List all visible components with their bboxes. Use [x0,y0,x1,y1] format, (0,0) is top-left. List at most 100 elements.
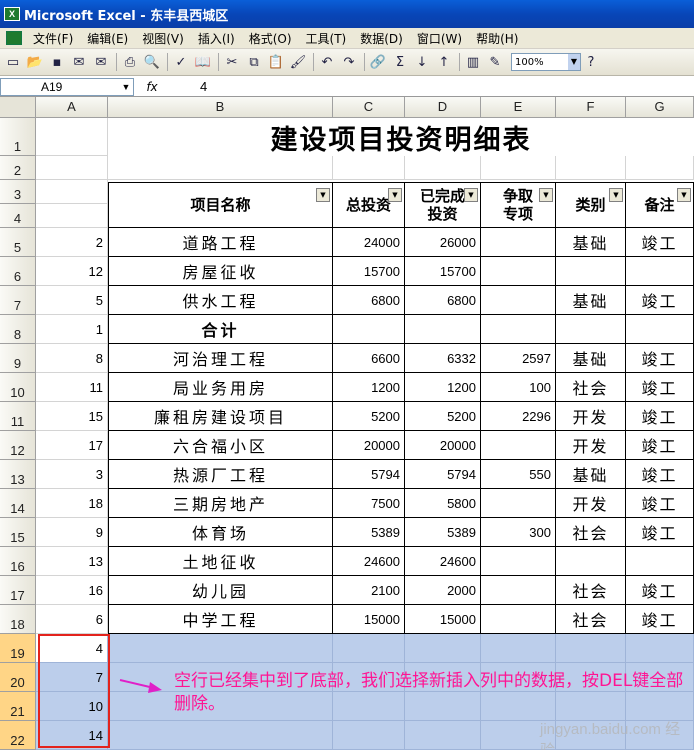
cell-note[interactable]: 竣工 [626,460,694,489]
undo-icon[interactable]: ↶ [317,52,337,72]
cell-total-investment[interactable] [333,315,405,344]
selected-cell[interactable] [481,634,556,663]
selected-cell[interactable] [333,721,405,750]
cell-note[interactable]: 竣工 [626,431,694,460]
menu-format[interactable]: 格式(O) [242,30,299,47]
selected-cell[interactable] [405,634,481,663]
cell-completed-investment[interactable]: 5800 [405,489,481,518]
cell-note[interactable]: 竣工 [626,373,694,402]
cell-category[interactable] [556,315,626,344]
cell-completed-investment[interactable]: 2000 [405,576,481,605]
grid-cell[interactable] [556,156,626,180]
row-header-11[interactable]: 11 [0,402,36,431]
cell-category[interactable]: 开发 [556,489,626,518]
grid-cell[interactable] [36,204,108,228]
row-header-12[interactable]: 12 [0,431,36,460]
cell-note[interactable]: 竣工 [626,402,694,431]
cell-project-name[interactable]: 六合福小区 [108,431,333,460]
zoom-select[interactable]: 100% ▼ [511,53,581,71]
help-icon[interactable]: ? [581,52,601,72]
cell-category[interactable]: 基础 [556,344,626,373]
row-header-4[interactable]: 4 [0,204,36,228]
autosum-icon[interactable]: Σ [390,52,410,72]
cell-a8[interactable]: 1 [36,315,108,344]
row-header-19[interactable]: 19 [0,634,36,663]
name-box[interactable]: A19 ▼ [0,77,134,96]
cell-category[interactable]: 基础 [556,460,626,489]
selected-cell[interactable] [405,721,481,750]
email-icon[interactable]: ✉ [91,52,111,72]
copy-icon[interactable]: ⧉ [244,52,264,72]
cell-total-investment[interactable]: 2100 [333,576,405,605]
permission-icon[interactable]: ✉ [69,52,89,72]
cell-a18[interactable]: 6 [36,605,108,634]
row-header-5[interactable]: 5 [0,228,36,257]
cell-completed-investment[interactable] [405,315,481,344]
row-header-16[interactable]: 16 [0,547,36,576]
drawing-icon[interactable]: ✎ [485,52,505,72]
cell-total-investment[interactable]: 15700 [333,257,405,286]
chart-icon[interactable]: ▥ [463,52,483,72]
cell-note[interactable]: 竣工 [626,489,694,518]
cell-project-name[interactable]: 供水工程 [108,286,333,315]
selected-cell[interactable] [626,634,694,663]
open-icon[interactable]: 📂 [25,52,45,72]
menu-tools[interactable]: 工具(T) [299,30,354,47]
row-header-21[interactable]: 21 [0,692,36,721]
cell-note[interactable] [626,547,694,576]
cell-category[interactable]: 基础 [556,286,626,315]
cell-project-name[interactable]: 土地征收 [108,547,333,576]
cell-special-fund[interactable] [481,605,556,634]
cell-completed-investment[interactable]: 5794 [405,460,481,489]
select-all-corner[interactable] [0,97,36,118]
cell-special-fund[interactable] [481,315,556,344]
cell-completed-investment[interactable]: 5389 [405,518,481,547]
cell-note[interactable]: 竣工 [626,518,694,547]
row-header-2[interactable]: 2 [0,156,36,180]
row-header-9[interactable]: 9 [0,344,36,373]
cell-total-investment[interactable]: 1200 [333,373,405,402]
cell-special-fund[interactable] [481,286,556,315]
cell-completed-investment[interactable]: 1200 [405,373,481,402]
row-header-14[interactable]: 14 [0,489,36,518]
cell-completed-investment[interactable]: 5200 [405,402,481,431]
cell-special-fund[interactable] [481,576,556,605]
grid-cell[interactable] [36,156,108,180]
cell-special-fund[interactable] [481,489,556,518]
cell-a7[interactable]: 5 [36,286,108,315]
cell-completed-investment[interactable]: 15700 [405,257,481,286]
redo-icon[interactable]: ↷ [339,52,359,72]
cell-total-investment[interactable]: 5794 [333,460,405,489]
cell-special-fund[interactable] [481,547,556,576]
cell-a16[interactable]: 13 [36,547,108,576]
cell-special-fund[interactable]: 2296 [481,402,556,431]
row-header-1[interactable]: 1 [0,118,36,156]
cell-project-name[interactable]: 道路工程 [108,228,333,257]
cell-category[interactable]: 开发 [556,402,626,431]
cell-a15[interactable]: 9 [36,518,108,547]
cell-a10[interactable]: 11 [36,373,108,402]
autofilter-dropdown-icon[interactable]: ▼ [388,188,402,202]
cell-category[interactable]: 社会 [556,373,626,402]
save-icon[interactable]: ▪ [47,52,67,72]
cell-project-name[interactable]: 河治理工程 [108,344,333,373]
hyperlink-icon[interactable]: 🔗 [368,52,388,72]
menu-view[interactable]: 视图(V) [135,30,191,47]
autofilter-dropdown-icon[interactable]: ▼ [609,188,623,202]
autofilter-dropdown-icon[interactable]: ▼ [677,188,691,202]
row-header-7[interactable]: 7 [0,286,36,315]
cell-total-investment[interactable]: 6800 [333,286,405,315]
workbook-icon[interactable] [6,31,22,45]
cell-special-fund[interactable]: 2597 [481,344,556,373]
autofilter-dropdown-icon[interactable]: ▼ [464,188,478,202]
selected-cell[interactable] [108,634,333,663]
sort-asc-icon[interactable]: ↓ [412,52,432,72]
cell-project-name[interactable]: 幼儿园 [108,576,333,605]
cell-total-investment[interactable]: 24600 [333,547,405,576]
fx-icon[interactable]: fx [134,80,170,94]
cell-special-fund[interactable] [481,257,556,286]
column-header-g[interactable]: G [626,97,694,118]
row-header-3[interactable]: 3 [0,180,36,204]
menu-data[interactable]: 数据(D) [353,30,410,47]
cell-total-investment[interactable]: 5389 [333,518,405,547]
